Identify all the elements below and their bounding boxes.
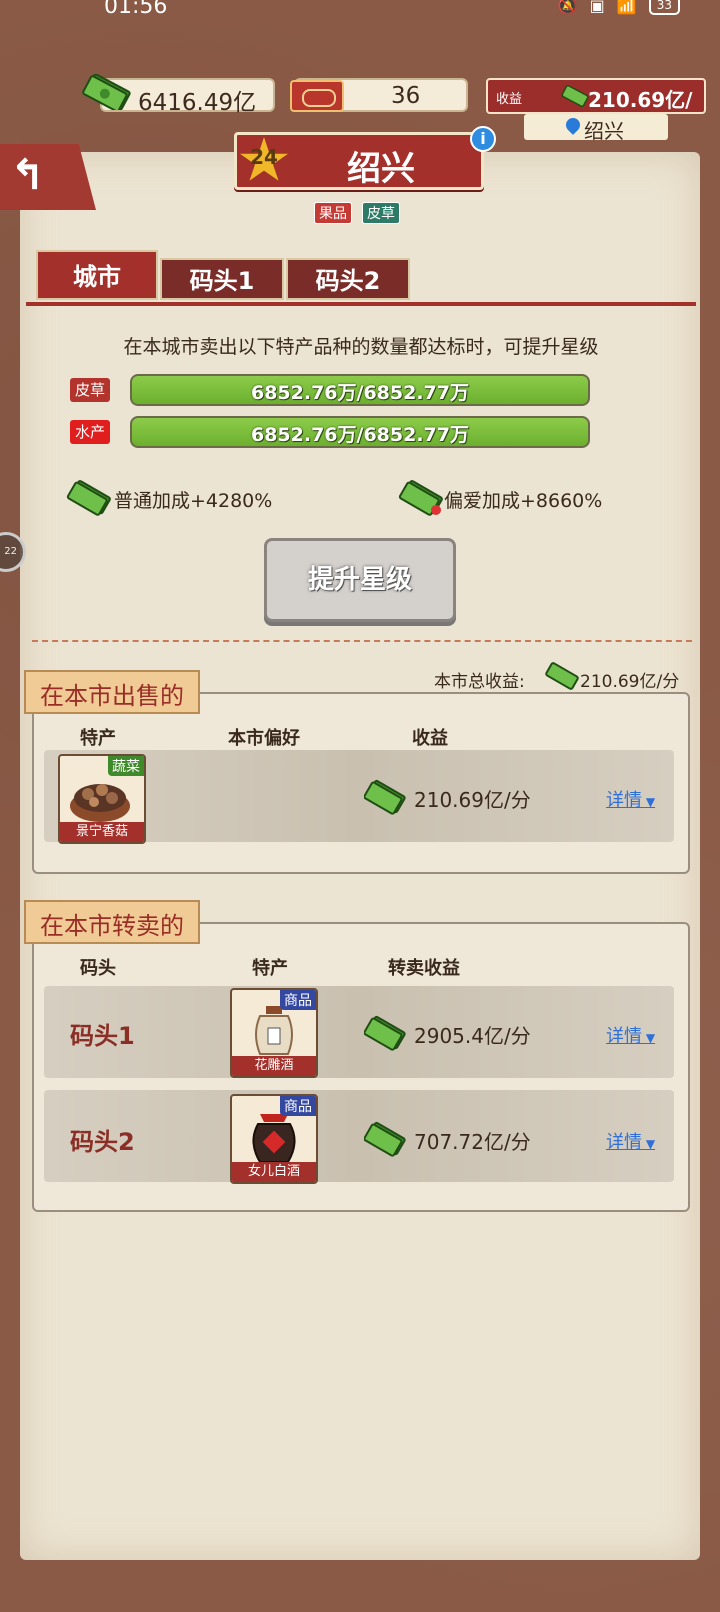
city-tag: 果品 (314, 202, 352, 224)
row-income: 707.72亿/分 (414, 1130, 531, 1154)
tab-underline (26, 302, 696, 306)
detail-link[interactable]: 详情 (606, 1128, 655, 1154)
progress-text: 6852.76万/6852.77万 (250, 382, 469, 404)
income-rate-bar: 收益 210.69亿/分 (486, 78, 706, 141)
tab-dock-1[interactable]: 码头1 (160, 258, 284, 300)
product-name: 花雕酒 (232, 1056, 316, 1076)
income-label: 收益 (496, 92, 523, 107)
cash-icon (561, 85, 589, 107)
location-name: 绍兴 (584, 119, 624, 143)
city-title-banner: 24 绍兴 (234, 132, 484, 190)
product-name: 女儿白酒 (232, 1162, 316, 1182)
progress-fill: 6852.76万/6852.77万 (132, 418, 588, 446)
cash-icon (66, 480, 111, 516)
column-header: 转卖收益 (388, 958, 460, 979)
row-income: 210.69亿/分 (414, 788, 531, 812)
cash-icon (364, 1121, 406, 1157)
progress-text: 6852.76万/6852.77万 (250, 424, 469, 446)
upgrade-star-label: 提升星级 (307, 565, 412, 595)
column-header: 收益 (412, 728, 448, 749)
status-time: 01:56 (104, 0, 168, 19)
column-header: 本市偏好 (228, 728, 300, 749)
row-income: 2905.4亿/分 (414, 1024, 531, 1048)
progress-bar: 6852.76万/6852.77万 (130, 416, 590, 448)
progress-bar: 6852.76万/6852.77万 (130, 374, 590, 406)
coupon-value: 36 (391, 83, 421, 109)
city-tag: 皮草 (362, 202, 400, 224)
info-icon[interactable]: i (470, 126, 496, 152)
product-card[interactable]: 商品 花雕酒 (230, 988, 318, 1078)
table-row (44, 986, 674, 1078)
location-bar[interactable]: 绍兴 (524, 114, 668, 143)
favor-bonus: 偏爱加成+8660% (444, 490, 603, 512)
location-pin-icon (563, 115, 583, 135)
cash-icon (364, 779, 406, 815)
normal-bonus: 普通加成+4280% (114, 490, 273, 512)
resell-section-header: 在本市转卖的 (24, 900, 200, 944)
money-value: 6416.49亿 (138, 90, 257, 116)
column-header: 特产 (252, 958, 288, 979)
tab-dock-2[interactable]: 码头2 (286, 258, 410, 300)
total-income-value: 210.69亿/分 (580, 672, 680, 692)
total-income-label: 本市总收益: (434, 672, 525, 692)
ticket-icon (290, 80, 344, 112)
product-badge: 商品 (280, 990, 316, 1010)
product-badge: 商品 (280, 1096, 316, 1116)
cash-icon (545, 662, 579, 690)
mushroom-basket-icon (70, 784, 130, 822)
battery-icon: 33 (648, 0, 680, 15)
dock-name: 码头1 (70, 1022, 135, 1050)
city-name: 绍兴 (347, 149, 415, 189)
mute-icon: 🔕 (557, 0, 578, 15)
dock-name: 码头2 (70, 1128, 135, 1156)
requirement-tag: 皮草 (70, 378, 111, 402)
hd-icon: ▣ (589, 0, 605, 15)
product-card[interactable]: 蔬菜 景宁香菇 (58, 754, 146, 844)
progress-fill: 6852.76万/6852.77万 (132, 376, 588, 404)
cash-icon (82, 74, 131, 110)
city-level: 24 (250, 145, 278, 169)
column-header: 特产 (80, 728, 116, 749)
cash-heart-icon (398, 480, 443, 516)
detail-link[interactable]: 详情 (606, 786, 655, 812)
status-icons: 🔕 ▣ 📶 33 (558, 0, 680, 15)
upgrade-star-button[interactable]: 提升星级 (264, 538, 456, 622)
divider (32, 640, 692, 642)
back-arrow-icon: ↰ (10, 150, 46, 199)
tab-city[interactable]: 城市 (36, 250, 158, 300)
upgrade-requirement-text: 在本城市卖出以下特产品种的数量都达标时，可提升星级 (123, 336, 599, 358)
table-row (44, 1090, 674, 1182)
product-card[interactable]: 商品 女儿白酒 (230, 1094, 318, 1184)
product-badge: 蔬菜 (108, 756, 144, 776)
sell-section-header: 在本市出售的 (24, 670, 200, 714)
wine-jar-icon (255, 1006, 293, 1055)
product-name: 景宁香菇 (60, 822, 144, 842)
requirement-tag: 水产 (70, 420, 111, 444)
column-header: 码头 (80, 958, 116, 979)
signal-icon: 📶 (616, 0, 637, 15)
detail-link[interactable]: 详情 (606, 1022, 655, 1048)
cash-icon (364, 1015, 406, 1051)
